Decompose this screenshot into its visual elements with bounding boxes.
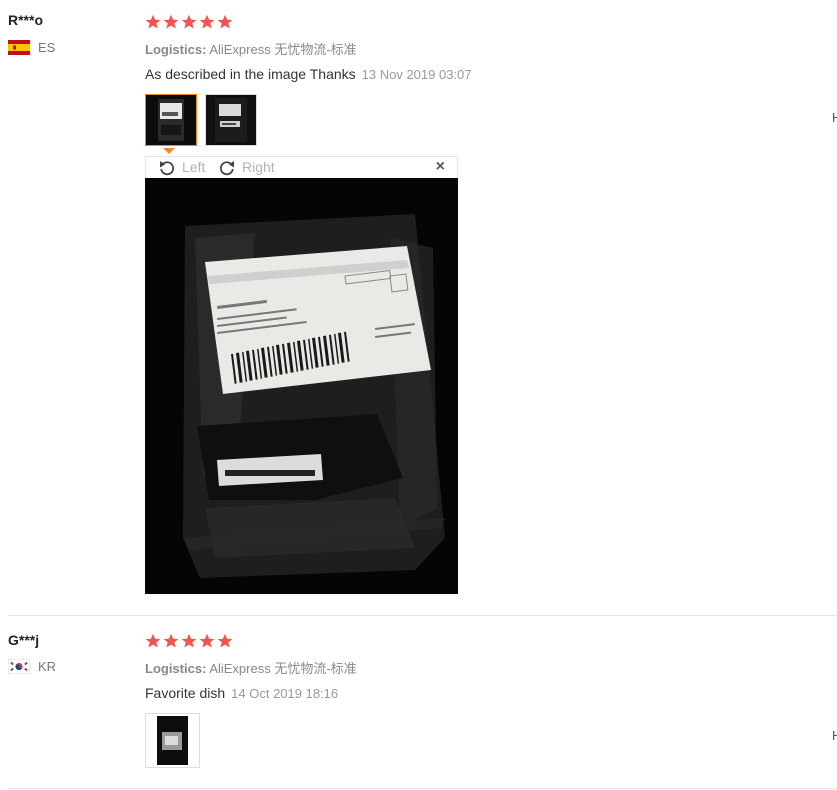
star-icon: [163, 14, 179, 29]
photo-package-image: [206, 95, 256, 145]
reviewer-country: KR: [8, 659, 56, 674]
logistics-value: AliExpress 无忧物流-标准: [209, 42, 357, 57]
review-photo-thumbnail[interactable]: [145, 94, 197, 146]
feedback-text: As described in the image Thanks: [145, 66, 356, 82]
rotate-right-icon: [219, 161, 234, 176]
reviewer-name: R***o: [8, 12, 44, 28]
close-icon[interactable]: ×: [436, 158, 445, 176]
logistics-value: AliExpress 无忧物流-标准: [209, 661, 357, 676]
star-icon: [199, 14, 215, 29]
logistics-label: Logistics:: [145, 661, 207, 676]
south-korea-flag-icon: [8, 659, 30, 674]
star-rating: [145, 14, 233, 30]
rotate-left-button[interactable]: Left: [158, 158, 205, 176]
feedback-date: 14 Oct 2019 18:16: [231, 686, 339, 701]
rotate-left-icon: [160, 161, 175, 176]
review-photo-thumbnail[interactable]: [205, 94, 257, 146]
star-icon: [181, 14, 197, 29]
star-icon: [163, 633, 179, 648]
logistics-info: Logistics: AliExpress 无忧物流-标准: [145, 658, 357, 677]
country-code: ES: [38, 40, 56, 55]
review-separator: [8, 788, 837, 789]
review-item: R***o ES Logistics: AliExpress 无忧物流-标准 A…: [0, 0, 837, 615]
truncated-edge-text: H: [832, 110, 837, 125]
reviewer-country: ES: [8, 40, 55, 55]
feedback: As described in the image Thanks 13 Nov 2…: [145, 66, 472, 82]
star-icon: [217, 633, 233, 648]
feedback: Favorite dish 14 Oct 2019 18:16: [145, 685, 338, 701]
feedback-date: 13 Nov 2019 03:07: [361, 67, 472, 82]
selected-thumbnail-caret: [163, 148, 175, 154]
photo-package-image: [146, 95, 196, 145]
country-code: KR: [38, 659, 57, 674]
review-photo-thumbnail[interactable]: [145, 713, 200, 768]
rotate-right-button[interactable]: Right: [218, 158, 275, 176]
feedback-text: Favorite dish: [145, 685, 226, 701]
photo-package-image: [145, 178, 458, 594]
star-rating: [145, 633, 233, 649]
star-icon: [145, 14, 161, 29]
logistics-label: Logistics:: [145, 42, 207, 57]
enlarged-review-photo: [145, 178, 458, 594]
review-item: G***j KR Logistics: AliExpress 无忧物流-标准 F…: [0, 616, 837, 790]
star-icon: [181, 633, 197, 648]
reviewer-name: G***j: [8, 632, 40, 648]
star-icon: [217, 14, 233, 29]
star-icon: [199, 633, 215, 648]
rotate-right-label: Right: [242, 159, 275, 175]
logistics-info: Logistics: AliExpress 无忧物流-标准: [145, 39, 357, 58]
photo-viewer-toolbar: Left Right ×: [145, 156, 458, 178]
rotate-left-label: Left: [182, 159, 206, 175]
truncated-edge-text: H: [832, 728, 837, 743]
photo-package-image: [146, 714, 199, 767]
spain-flag-icon: [8, 40, 30, 55]
star-icon: [145, 633, 161, 648]
